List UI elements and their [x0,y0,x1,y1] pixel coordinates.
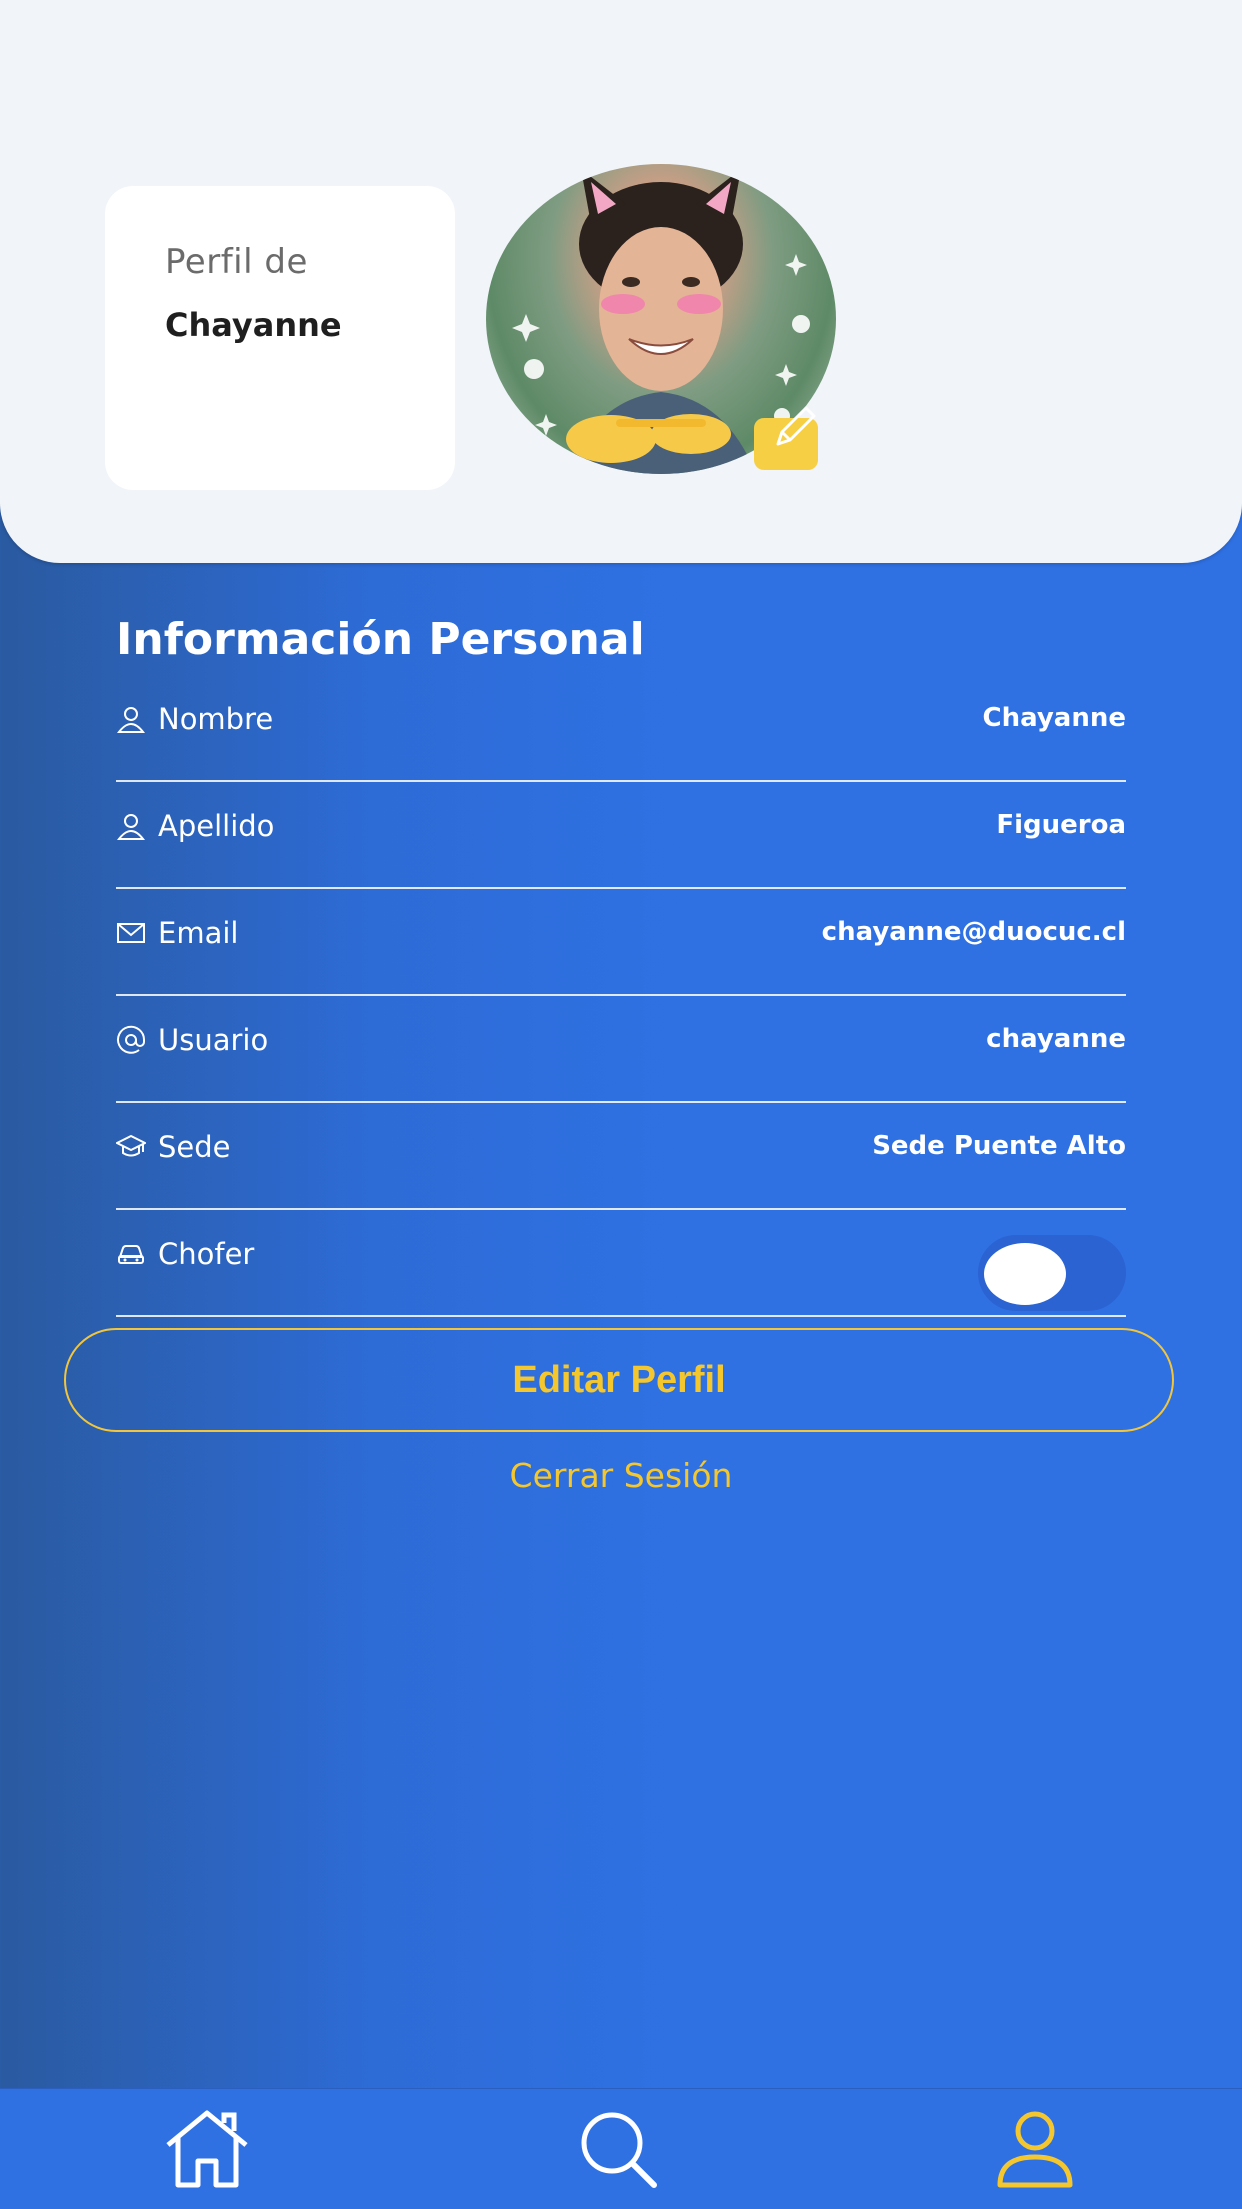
row-email: Email chayanne@duocuc.cl [116,890,1126,996]
user-icon [116,814,146,840]
profile-icon [997,2111,1073,2188]
at-icon [117,1025,146,1054]
bottom-navbar [0,2088,1242,2209]
section-title: Información Personal [116,614,645,665]
profile-label: Perfil de [165,242,308,282]
row-value: Sede Puente Alto [872,1131,1126,1161]
row-value: Figueroa [996,810,1126,840]
nav-search[interactable] [576,2109,666,2189]
graduation-cap-icon [116,1134,146,1157]
row-usuario: Usuario chayanne [116,997,1126,1103]
profile-name: Chayanne [165,306,342,344]
search-icon [581,2112,657,2188]
row-label: Nombre [158,702,274,736]
toggle-knob [984,1243,1066,1305]
profile-card: Perfil de Chayanne [105,186,455,490]
row-value: chayanne [986,1024,1126,1054]
row-label: Sede [158,1130,231,1164]
pencil-icon [776,406,816,446]
nav-home[interactable] [162,2109,252,2189]
row-nombre: Nombre Chayanne [116,676,1126,782]
profile-header: Perfil de Chayanne [0,0,1242,563]
nav-profile[interactable] [990,2109,1080,2189]
edit-avatar-button[interactable] [754,406,818,470]
row-chofer: Chofer [116,1211,1126,1317]
car-icon [118,1245,144,1264]
row-apellido: Apellido Figueroa [116,783,1126,889]
row-value: chayanne@duocuc.cl [821,917,1126,947]
edit-profile-button[interactable]: Editar Perfil [64,1328,1174,1432]
row-label: Apellido [158,809,275,843]
mail-icon [117,923,145,943]
user-icon [116,707,146,733]
row-label: Usuario [158,1023,269,1057]
row-sede: Sede Sede Puente Alto [116,1104,1126,1210]
row-label: Chofer [158,1237,255,1271]
row-value: Chayanne [982,703,1126,733]
home-icon [166,2110,248,2188]
logout-link[interactable]: Cerrar Sesión [0,1456,1242,1495]
row-label: Email [158,916,239,950]
chofer-toggle[interactable] [978,1235,1126,1311]
